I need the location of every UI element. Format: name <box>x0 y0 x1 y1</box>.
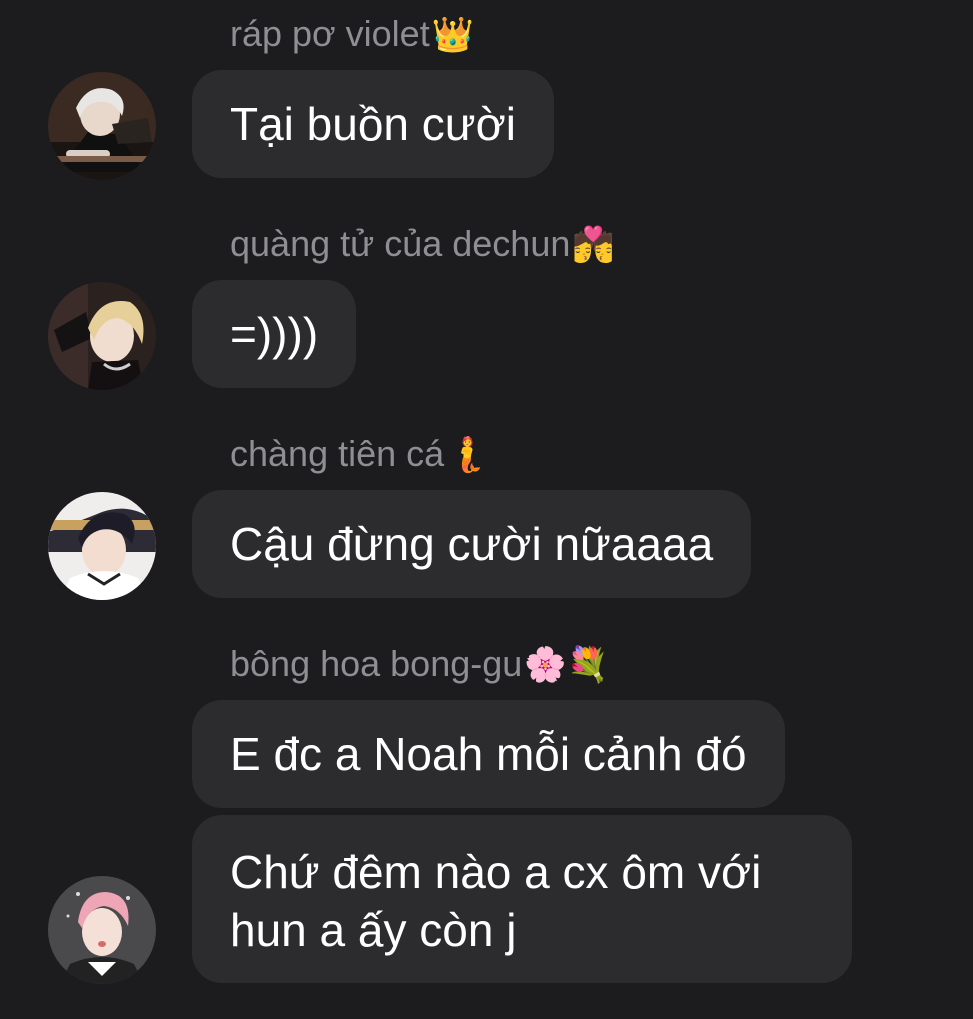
sender-name-text: chàng tiên cá <box>230 433 445 474</box>
avatar[interactable] <box>48 282 156 390</box>
sender-name-text: bông hoa bong-gu <box>230 643 523 684</box>
message-bubble[interactable]: Cậu đừng cười nữaaaa <box>192 490 752 598</box>
message-bubble[interactable]: E đc a Noah mỗi cảnh đó <box>192 700 785 808</box>
message-text-line: Chứ đêm nào a cx ôm với <box>230 846 762 898</box>
avatar[interactable] <box>48 876 156 984</box>
sender-name[interactable]: chàng tiên cá🧜 <box>230 432 489 477</box>
avatar-anime-white-hair-icon <box>48 72 156 180</box>
message-bubble[interactable]: =)))) <box>192 280 357 388</box>
sender-name[interactable]: bông hoa bong-gu🌸💐 <box>230 642 609 687</box>
sender-name-text: quàng tử của dechun <box>230 223 571 264</box>
sender-name[interactable]: quàng tử của dechun💏 <box>230 222 615 267</box>
message-text: Tại buồn cười <box>230 98 516 150</box>
message-bubble[interactable]: Chứ đêm nào a cx ôm với hun a ấy còn j <box>192 815 852 983</box>
avatar[interactable] <box>48 492 156 600</box>
message-text: Cậu đừng cười nữaaaa <box>230 518 714 570</box>
flowers-icon: 🌸💐 <box>524 646 609 684</box>
message-text: E đc a Noah mỗi cảnh đó <box>230 728 747 780</box>
avatar[interactable] <box>48 72 156 180</box>
mermaid-icon: 🧜 <box>446 436 489 474</box>
sender-name[interactable]: ráp pơ violet👑 <box>230 12 474 57</box>
sender-name-text: ráp pơ violet <box>230 13 430 54</box>
avatar-anime-dark-hair-icon <box>48 492 156 600</box>
avatar-anime-pink-hair-icon <box>48 876 156 984</box>
message-text: =)))) <box>230 308 319 360</box>
avatar-anime-blond-hair-icon <box>48 282 156 390</box>
couple-kiss-icon: 💏 <box>572 226 615 264</box>
message-text-line: hun a ấy còn j <box>230 904 517 956</box>
crown-icon: 👑 <box>431 16 475 54</box>
message-bubble[interactable]: Tại buồn cười <box>192 70 554 178</box>
